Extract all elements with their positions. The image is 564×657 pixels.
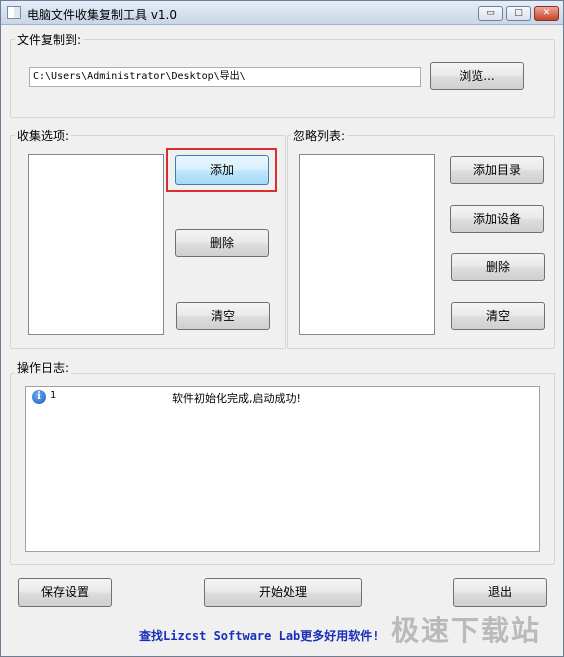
ignore-list[interactable] <box>299 154 435 335</box>
ignore-delete-button[interactable]: 删除 <box>451 253 545 281</box>
log-message: 软件初始化完成,启动成功! <box>172 392 301 405</box>
log-label: 操作日志: <box>15 359 72 376</box>
window-title: 电脑文件收集复制工具 v1.0 <box>27 8 178 22</box>
collect-delete-button[interactable]: 删除 <box>175 229 269 257</box>
watermark-logo: 极速下载站 <box>391 614 542 647</box>
collect-add-button[interactable]: 添加 <box>175 155 269 185</box>
start-processing-button[interactable]: 开始处理 <box>204 578 362 607</box>
browse-button[interactable]: 浏览... <box>430 62 524 90</box>
add-device-button[interactable]: 添加设备 <box>450 205 544 233</box>
collect-label: 收集选项: <box>15 127 72 144</box>
log-list[interactable]: i 1 软件初始化完成,启动成功! <box>25 386 540 552</box>
collect-clear-button[interactable]: 清空 <box>176 302 270 330</box>
minimize-button[interactable]: ▭ <box>478 6 503 21</box>
log-row: i 1 软件初始化完成,启动成功! <box>32 389 532 405</box>
copy-to-label: 文件复制到: <box>15 31 84 48</box>
ignore-clear-button[interactable]: 清空 <box>451 302 545 330</box>
destination-path-input[interactable]: C:\Users\Administrator\Desktop\导出\ <box>29 67 421 87</box>
close-button[interactable]: ✕ <box>534 6 559 21</box>
info-icon: i <box>32 390 46 404</box>
promo-link[interactable]: 查找Lizcst Software Lab更多好用软件! <box>139 627 380 644</box>
save-settings-button[interactable]: 保存设置 <box>18 578 112 607</box>
app-window: 电脑文件收集复制工具 v1.0 ▭ □ ✕ 文件复制到: C:\Users\Ad… <box>0 0 564 657</box>
collect-list[interactable] <box>28 154 164 335</box>
title-bar[interactable]: 电脑文件收集复制工具 v1.0 ▭ □ ✕ <box>1 1 563 25</box>
maximize-button[interactable]: □ <box>506 6 531 21</box>
exit-button[interactable]: 退出 <box>453 578 547 607</box>
add-directory-button[interactable]: 添加目录 <box>450 156 544 184</box>
log-index: 1 <box>50 390 57 401</box>
ignore-label: 忽略列表: <box>291 127 348 144</box>
app-icon <box>7 6 21 19</box>
